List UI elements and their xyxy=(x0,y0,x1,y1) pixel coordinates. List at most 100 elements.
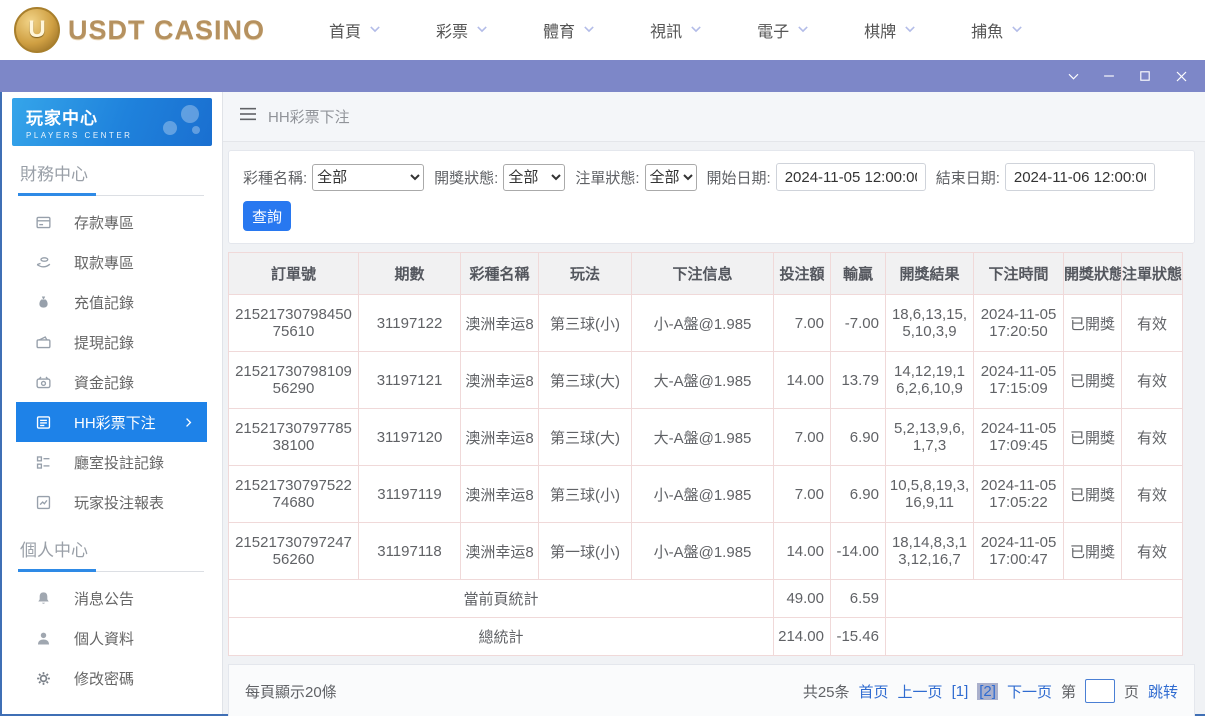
prev-page-link[interactable]: 上一页 xyxy=(898,681,943,702)
chevron-down-icon xyxy=(796,20,810,41)
jump-page-input[interactable] xyxy=(1085,679,1115,703)
page-summary-label: 當前頁統計 xyxy=(229,580,774,618)
nav-label: 捕魚 xyxy=(971,18,1003,42)
lottery-bet-icon xyxy=(35,414,52,431)
col-order-no: 訂單號 xyxy=(229,253,359,295)
user-icon xyxy=(35,630,52,647)
nav-item-lottery[interactable]: 彩票 xyxy=(436,18,489,42)
lottery-name-cell: 澳洲幸运8 xyxy=(461,523,539,580)
nav-item-fishing[interactable]: 捕魚 xyxy=(971,18,1024,42)
nav-item-cards[interactable]: 棋牌 xyxy=(864,18,917,42)
table-row: 2152173079778538100 31197120 澳洲幸运8 第三球(大… xyxy=(229,409,1183,466)
total-count-text: 共25条 xyxy=(803,681,850,702)
nav-item-sports[interactable]: 體育 xyxy=(543,18,596,42)
start-date-label: 開始日期: xyxy=(707,167,771,188)
maximize-icon[interactable] xyxy=(1137,68,1153,84)
section-title-agent: 代理中心 xyxy=(2,698,222,714)
period-cell: 31197119 xyxy=(359,466,461,523)
chevron-down-icon xyxy=(689,20,703,41)
section-title-personal: 個人中心 xyxy=(2,522,222,561)
deposit-icon xyxy=(35,214,52,231)
brand-logo[interactable]: U USDT CASINO xyxy=(14,7,265,53)
top-navbar: U USDT CASINO 首頁 彩票 體育 視訊 電子 棋牌 捕魚 xyxy=(0,0,1205,60)
search-button[interactable]: 查詢 xyxy=(243,201,291,231)
next-page-link[interactable]: 下一页 xyxy=(1007,681,1052,702)
bet-amount-cell: 7.00 xyxy=(774,409,831,466)
table-row: 2152173079810956290 31197121 澳洲幸运8 第三球(大… xyxy=(229,352,1183,409)
nav-label: 電子 xyxy=(757,18,789,42)
sidebar-item-hh-lottery-bet[interactable]: HH彩票下注 xyxy=(16,402,207,442)
order-status-select[interactable]: 全部 xyxy=(645,164,697,191)
draw-status-label: 開獎狀態: xyxy=(434,167,498,188)
nav-item-live[interactable]: 視訊 xyxy=(650,18,703,42)
bet-info-cell: 小-A盤@1.985 xyxy=(632,523,774,580)
close-icon[interactable] xyxy=(1173,68,1189,84)
sidebar-item-label: 取款專區 xyxy=(74,252,134,273)
order-no-cell: 2152173079724756260 xyxy=(229,523,359,580)
sidebar-item-withdrawal-record[interactable]: 提現記錄 xyxy=(2,322,222,362)
chevron-down-icon xyxy=(475,20,489,41)
sidebar-item-withdraw-zone[interactable]: 取款專區 xyxy=(2,242,222,282)
draw-status-select[interactable]: 全部 xyxy=(503,164,565,191)
order-status-cell: 有效 xyxy=(1122,295,1183,352)
section-title-finance: 財務中心 xyxy=(2,146,222,185)
period-cell: 31197118 xyxy=(359,523,461,580)
first-page-link[interactable]: 首页 xyxy=(859,681,889,702)
nav-item-home[interactable]: 首頁 xyxy=(329,18,382,42)
bell-icon xyxy=(35,590,52,607)
sidebar-item-label: 消息公告 xyxy=(74,588,134,609)
sidebar-item-label: 存款專區 xyxy=(74,212,134,233)
chevron-down-icon xyxy=(368,20,382,41)
room-bet-record-icon xyxy=(35,454,52,471)
nav-label: 視訊 xyxy=(650,18,682,42)
col-lottery-name: 彩種名稱 xyxy=(461,253,539,295)
grand-summary-empty xyxy=(886,618,1183,656)
sidebar-item-profile[interactable]: 個人資料 xyxy=(2,618,222,658)
hamburger-menu-icon[interactable] xyxy=(239,106,257,127)
lottery-name-select[interactable]: 全部 xyxy=(312,164,424,191)
page-1-link[interactable]: [1] xyxy=(952,683,969,700)
main-nav: 首頁 彩票 體育 視訊 電子 棋牌 捕魚 xyxy=(329,18,1024,42)
collapse-chevron-icon[interactable] xyxy=(1065,68,1081,84)
order-status-cell: 有效 xyxy=(1122,523,1183,580)
sidebar-item-deposit-zone[interactable]: 存款專區 xyxy=(2,202,222,242)
page-summary-win-loss: 6.59 xyxy=(831,580,886,618)
sidebar-item-announcements[interactable]: 消息公告 xyxy=(2,578,222,618)
bet-time-cell: 2024-11-05 17:15:09 xyxy=(974,352,1064,409)
jump-button[interactable]: 跳转 xyxy=(1148,681,1178,702)
win-loss-cell: -14.00 xyxy=(831,523,886,580)
players-center-header: 玩家中心 PLAYERS CENTER xyxy=(12,98,212,146)
lottery-name-cell: 澳洲幸运8 xyxy=(461,352,539,409)
lottery-name-cell: 澳洲幸运8 xyxy=(461,409,539,466)
draw-status-cell: 已開獎 xyxy=(1064,409,1122,466)
sidebar-item-change-password[interactable]: 修改密碼 xyxy=(2,658,222,698)
breadcrumb: HH彩票下注 xyxy=(223,92,1205,142)
nav-item-slots[interactable]: 電子 xyxy=(757,18,810,42)
order-status-label: 注單狀態: xyxy=(575,167,639,188)
sidebar-item-funds-record[interactable]: 資金記錄 xyxy=(2,362,222,402)
sidebar-item-recharge-record[interactable]: 充值記錄 xyxy=(2,282,222,322)
col-order-status: 注單狀態 xyxy=(1122,253,1183,295)
minimize-icon[interactable] xyxy=(1101,68,1117,84)
period-cell: 31197122 xyxy=(359,295,461,352)
period-cell: 31197120 xyxy=(359,409,461,466)
draw-result-cell: 10,5,8,19,3,16,9,11 xyxy=(886,466,974,523)
personal-menu: 消息公告 個人資料 修改密碼 xyxy=(2,578,222,698)
funds-record-icon xyxy=(35,374,52,391)
nav-label: 體育 xyxy=(543,18,575,42)
sidebar-item-player-bet-report[interactable]: 玩家投注報表 xyxy=(2,482,222,522)
sidebar-item-room-bet-record[interactable]: 廳室投註記錄 xyxy=(2,442,222,482)
recharge-record-icon xyxy=(35,294,52,311)
order-status-cell: 有效 xyxy=(1122,352,1183,409)
page-summary-empty xyxy=(886,580,1183,618)
page-2-link-current[interactable]: [2] xyxy=(977,683,998,700)
end-date-input[interactable] xyxy=(1005,163,1155,191)
win-loss-cell: 13.79 xyxy=(831,352,886,409)
win-loss-cell: -7.00 xyxy=(831,295,886,352)
draw-status-cell: 已開獎 xyxy=(1064,466,1122,523)
order-no-cell: 2152173079752274680 xyxy=(229,466,359,523)
sidebar: 玩家中心 PLAYERS CENTER 財務中心 存款專區 取款專區 充值記錄 … xyxy=(2,92,223,714)
start-date-input[interactable] xyxy=(776,163,926,191)
grand-summary-bet-total: 214.00 xyxy=(774,618,831,656)
draw-result-cell: 14,12,19,16,2,6,10,9 xyxy=(886,352,974,409)
